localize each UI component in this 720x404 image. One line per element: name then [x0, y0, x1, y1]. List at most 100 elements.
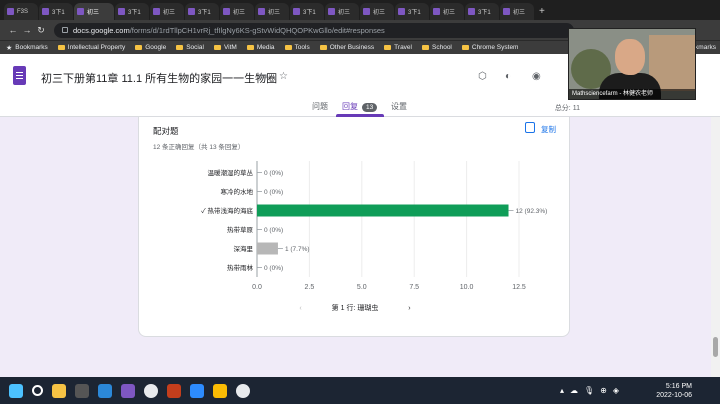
bookmark-item[interactable]: Media: [246, 44, 275, 51]
browser-tab[interactable]: 初三: [500, 3, 534, 20]
browser-tab-title: 初三: [373, 10, 386, 16]
browser-tab[interactable]: F3S: [4, 3, 38, 20]
browser-tab[interactable]: 3下1: [465, 3, 499, 20]
bookmark-label: School: [432, 44, 452, 51]
browser-tab[interactable]: 初三: [74, 3, 114, 20]
clock-date: 2022-10-06: [656, 392, 692, 399]
browser-tab[interactable]: 初三: [255, 3, 289, 20]
folder-icon: [176, 45, 184, 50]
x-tick-label: 5.0: [357, 284, 367, 291]
browser-tab[interactable]: 初三: [430, 3, 464, 20]
browser-tab[interactable]: 3下1: [290, 3, 324, 20]
photos-icon[interactable]: [98, 383, 112, 398]
new-tab-icon[interactable]: +: [539, 3, 545, 20]
folder-icon: [461, 45, 469, 50]
bookmark-item[interactable]: Chrome System: [461, 44, 518, 51]
score-value: 11: [572, 105, 580, 112]
browser-tab[interactable]: 初三: [150, 3, 184, 20]
bookmark-item[interactable]: School: [422, 44, 452, 51]
form-title[interactable]: 初三下册第11章 11.1 所有生物的家园一一生物圈: [41, 70, 277, 86]
webcam-label: Mathsciencefarm - 林健农老师: [569, 89, 695, 99]
correct-responses-summary: 12 条正确回复（共 13 条回复）: [153, 144, 245, 151]
address-bar[interactable]: docs.google.com /forms/d/1rdTllpCH1vrRj_…: [54, 22, 574, 38]
x-tick-label: 7.5: [409, 284, 419, 291]
preview-eye-icon[interactable]: ◉: [532, 71, 541, 82]
chevron-left-icon[interactable]: ‹: [299, 305, 301, 312]
folder-icon: [135, 45, 143, 50]
chrome-icon[interactable]: [144, 383, 158, 398]
forward-icon[interactable]: →: [20, 25, 34, 35]
star-icon[interactable]: ☆: [279, 71, 288, 82]
url-path: /forms/d/1rdTllpCH1vrRj_tfIlgNy6KS-gStvW…: [129, 25, 385, 35]
page-scrollbar[interactable]: [711, 117, 720, 377]
reload-icon[interactable]: ↻: [34, 25, 48, 36]
system-tray-icons[interactable]: ▴☁🎙⊕◈: [560, 386, 625, 395]
teams-icon[interactable]: [121, 383, 135, 398]
data-label: 1 (7.7%): [285, 246, 310, 253]
lock-icon: [62, 27, 68, 33]
bookmark-item[interactable]: Google: [135, 44, 166, 51]
start-icon[interactable]: [9, 383, 23, 398]
bookmark-item[interactable]: Tools: [284, 44, 310, 51]
tab-responses[interactable]: 回复 13: [342, 101, 378, 112]
webcam-person-face: [615, 39, 645, 75]
browser-tab[interactable]: 3下1: [115, 3, 149, 20]
folder-icon: [246, 45, 254, 50]
bookmark-item[interactable]: Intellectual Property: [57, 44, 125, 51]
bookmark-item[interactable]: Travel: [384, 44, 412, 51]
browser-tab[interactable]: 初三: [360, 3, 394, 20]
search-icon[interactable]: [32, 385, 43, 396]
data-label: 0 (0%): [264, 227, 283, 234]
scrollbar-thumb[interactable]: [713, 337, 718, 357]
addon-icon[interactable]: ⬡: [478, 71, 487, 82]
bookmark-label: Travel: [394, 44, 412, 51]
browser-tab-title: 3下1: [408, 10, 421, 16]
forms-favicon-icon: [118, 8, 125, 15]
chevron-right-icon[interactable]: ›: [408, 305, 410, 312]
browser-tab[interactable]: 初三: [325, 3, 359, 20]
bookmark-label: VitM: [223, 44, 237, 51]
browser-tab-title: 初三: [233, 10, 246, 16]
question-title: 配对题: [153, 126, 179, 136]
google-forms-icon[interactable]: [13, 66, 26, 85]
palette-icon[interactable]: ◐: [505, 71, 511, 82]
office-icon[interactable]: [167, 383, 181, 398]
forms-favicon-icon: [363, 8, 370, 15]
bookmark-label: Bookmarks: [15, 44, 48, 51]
browser-tab-title: 3下1: [198, 10, 211, 16]
browser-tab[interactable]: 3下1: [185, 3, 219, 20]
copy-button[interactable]: 复制: [541, 124, 556, 135]
copy-icon[interactable]: [525, 122, 535, 133]
category-label: 温暖潮湿的草丛: [208, 168, 254, 177]
form-tabs: 问题 回复 13 设置 总分: 11: [0, 101, 720, 117]
folder-icon[interactable]: ▭: [258, 71, 267, 82]
folder-icon: [422, 45, 429, 50]
tab-questions[interactable]: 问题: [312, 101, 328, 112]
forms-favicon-icon: [433, 8, 440, 15]
zoom-icon[interactable]: [190, 383, 204, 398]
bookmark-item[interactable]: Other Business: [319, 44, 374, 51]
terminal-icon[interactable]: [75, 383, 89, 398]
bookmark-item[interactable]: VitM: [213, 44, 237, 51]
browser-tab[interactable]: 3下1: [395, 3, 429, 20]
clock-time: 5:16 PM: [665, 383, 692, 390]
file-explorer-icon[interactable]: [52, 383, 66, 398]
app-icon[interactable]: [213, 383, 227, 398]
tab-settings[interactable]: 设置: [391, 101, 407, 112]
browser-tab-title: 3下1: [478, 10, 491, 16]
bookmark-item[interactable]: Social: [176, 44, 204, 51]
chrome-profile-icon[interactable]: [236, 383, 250, 398]
bookmark-item[interactable]: ★ Bookmarks: [6, 44, 48, 52]
browser-tab-title: 初三: [268, 10, 281, 16]
browser-tab[interactable]: 3下1: [39, 3, 73, 20]
back-icon[interactable]: ←: [6, 25, 20, 35]
browser-tab[interactable]: 初三: [220, 3, 254, 20]
browser-tab-title: 3下1: [128, 10, 141, 16]
data-label: 0 (0%): [264, 189, 283, 196]
score-label: 总分:: [554, 105, 571, 112]
x-tick-label: 2.5: [305, 284, 315, 291]
bookmark-label: Google: [145, 44, 167, 51]
forms-favicon-icon: [42, 8, 49, 15]
response-bar-chart: 0.0 2.5 5.0 7.5 10.0 12.5 温暖潮湿的草丛 0 (0%) 寒冷的水地 0 …: [201, 161, 547, 291]
clock[interactable]: 5:16 PM 2022-10-06: [656, 382, 692, 400]
